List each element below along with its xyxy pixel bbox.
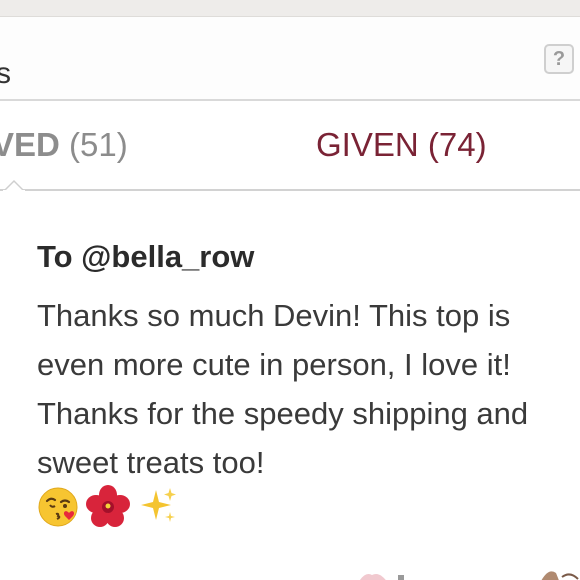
page-header: s ?	[0, 17, 580, 99]
tab-received-count: (51)	[69, 126, 128, 163]
review-recipient[interactable]: To @bella_row	[37, 241, 254, 272]
review-text: Thanks so much Devin! This top is even m…	[37, 298, 529, 480]
tab-given-label: GIVEN	[316, 126, 419, 163]
review-emojis	[36, 484, 180, 530]
tab-given-count: (74)	[427, 126, 487, 163]
kissing-heart-emoji-icon	[38, 487, 78, 527]
top-status-strip	[0, 0, 580, 17]
love-notes-tabs: VED (51) GIVEN (74)	[0, 101, 580, 189]
sparkles-emoji-icon	[141, 488, 176, 522]
tab-received[interactable]: VED (51)	[0, 128, 128, 161]
screen: s ? VED (51) GIVEN (74) To @bella_row Th…	[0, 0, 580, 580]
tab-received-label: VED	[0, 126, 60, 163]
next-review-preview	[359, 571, 579, 580]
tab-given[interactable]: GIVEN (74)	[316, 128, 487, 161]
hibiscus-emoji-icon	[86, 485, 130, 527]
page-title: s	[0, 57, 11, 90]
review-list: To @bella_row Thanks so much Devin! This…	[0, 191, 580, 580]
help-button[interactable]: ?	[544, 44, 574, 74]
